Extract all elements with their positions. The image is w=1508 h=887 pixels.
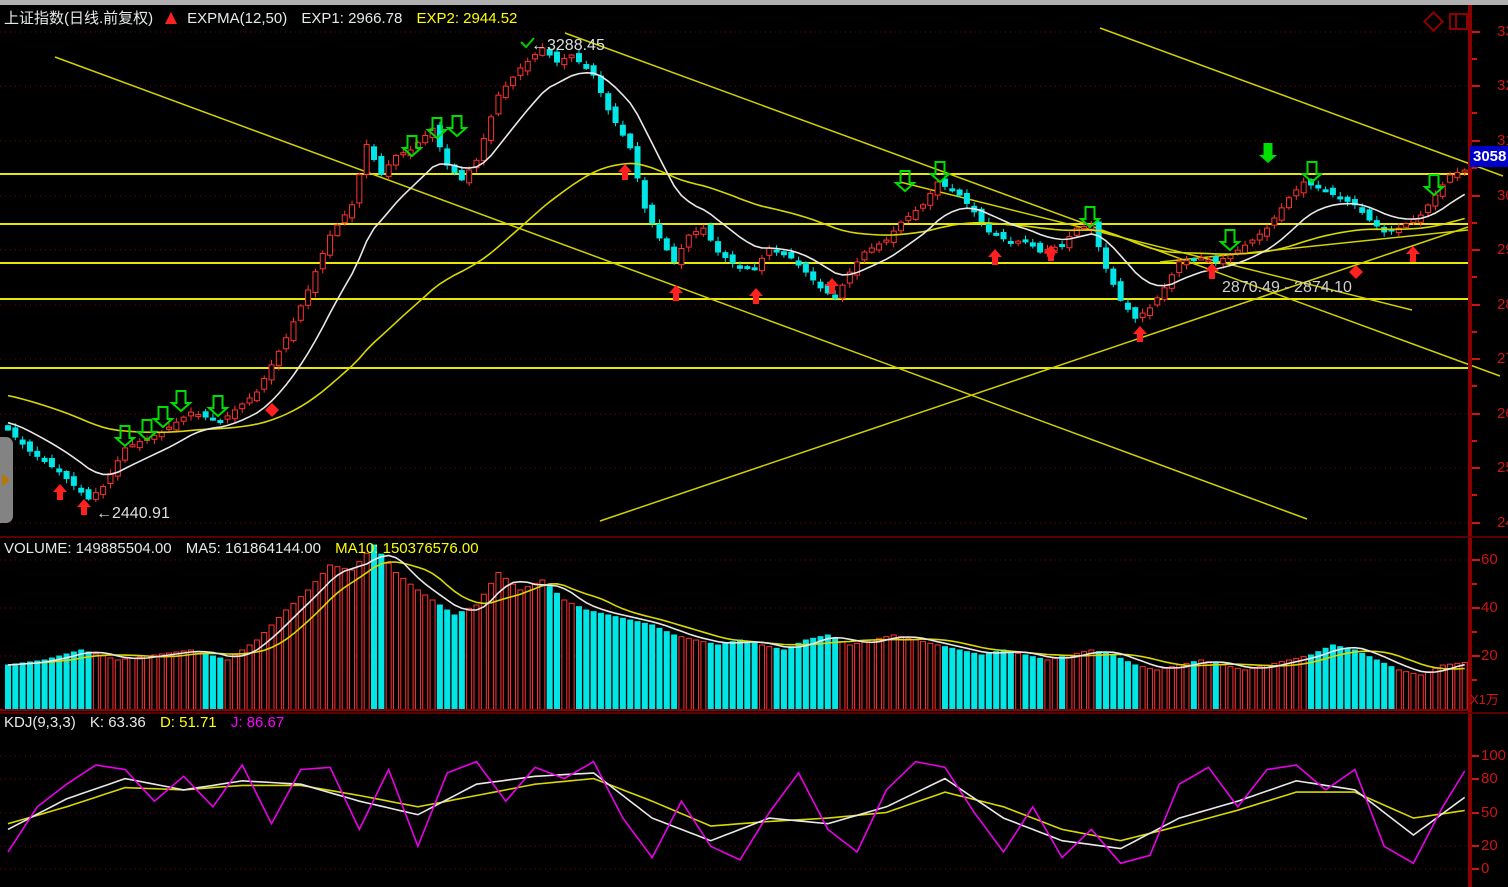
main-price-chart[interactable]: ←3288.45 ←2440.91 2870.49 - 2874.10: [0, 5, 1508, 536]
split-window-icon-bar: [1455, 15, 1457, 28]
kdj-axis-label: 0: [1481, 860, 1489, 877]
svg-text:2870.49 - 2874.10: 2870.49 - 2874.10: [1222, 279, 1352, 296]
volume-header: VOLUME: 149885504.00 MA5: 161864144.00 M…: [4, 540, 489, 557]
tdx-chart-screen: { "chart_data": { "type": "candlestick",…: [0, 0, 1508, 887]
price-axis-label: 2900: [1497, 241, 1508, 258]
kdj-d-value: D: 51.71: [160, 714, 217, 731]
price-axis-label: 2800: [1497, 296, 1508, 313]
volume-axis-label: 40: [1481, 599, 1498, 616]
expand-arrow-icon: [2, 474, 10, 486]
kdj-axis-label: 100: [1481, 747, 1506, 764]
svg-text:←2440.91: ←2440.91: [96, 505, 170, 522]
volume-unit-label: X1万: [1470, 689, 1499, 708]
price-axis-label: 2500: [1497, 459, 1508, 476]
kdj-name: KDJ(9,3,3): [4, 714, 76, 731]
split-window-icon[interactable]: [1449, 13, 1468, 30]
volume-axis-label: 20: [1481, 647, 1498, 664]
main-chart-header: 上证指数(日线.前复权) EXPMA(12,50) EXP1: 2966.78 E…: [4, 7, 527, 28]
current-price-tag: 3058: [1470, 146, 1508, 167]
kdj-axis-label: 80: [1481, 770, 1498, 787]
exp1-value: EXP1: 2966.78: [301, 10, 402, 27]
svg-text:←3288.45: ←3288.45: [531, 37, 605, 54]
symbol-title: 上证指数(日线.前复权): [4, 10, 153, 27]
volume-value: VOLUME: 149885504.00: [4, 540, 172, 557]
red-up-arrow-icon: [165, 12, 177, 24]
kdj-header: KDJ(9,3,3) K: 63.36 D: 51.71 J: 86.67: [4, 714, 294, 731]
volume-ma5-value: MA5: 161864144.00: [186, 540, 321, 557]
panel-separator: [0, 536, 1508, 538]
sidebar-collapse-handle[interactable]: [0, 437, 13, 523]
price-axis-label: 3200: [1497, 77, 1508, 94]
kdj-chart[interactable]: [0, 713, 1508, 887]
volume-chart[interactable]: [0, 538, 1508, 712]
kdj-j-value: J: 86.67: [231, 714, 284, 731]
kdj-axis-label: 20: [1481, 837, 1498, 854]
kdj-axis-label: 50: [1481, 804, 1498, 821]
price-axis-label: 3000: [1497, 187, 1508, 204]
volume-axis-label: 60: [1481, 551, 1498, 568]
kdj-k-value: K: 63.36: [90, 714, 146, 731]
price-axis-label: 2700: [1497, 350, 1508, 367]
exp2-value: EXP2: 2944.52: [416, 10, 517, 27]
price-axis-label: 3300: [1497, 23, 1508, 40]
indicator-name: EXPMA(12,50): [187, 10, 287, 27]
volume-ma10-value: MA10: 150376576.00: [335, 540, 478, 557]
price-axis-label: 2600: [1497, 405, 1508, 422]
price-axis-label: 2400: [1497, 514, 1508, 531]
